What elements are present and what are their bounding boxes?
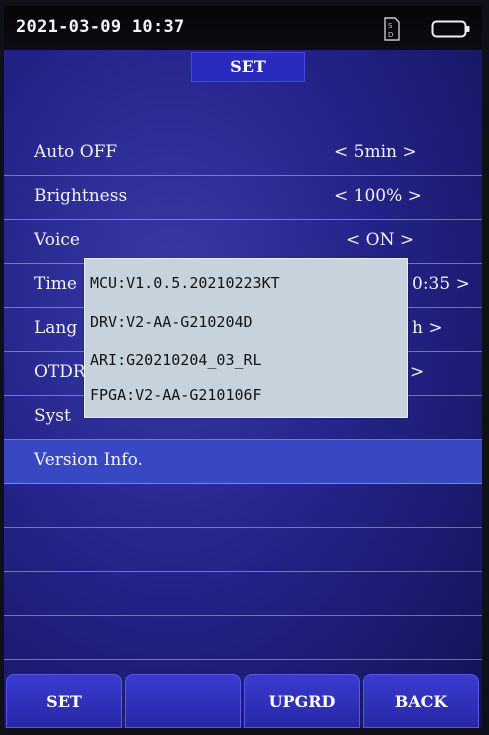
datetime: 2021-03-09 10:37 [16, 17, 185, 37]
menu-row-label: Auto OFF [34, 142, 118, 162]
softkey-bar: SET UPGRD BACK [4, 674, 482, 728]
battery-icon [431, 20, 470, 38]
device-frame: 2021-03-09 10:37 S D SET Auto OFF < 5min… [0, 0, 489, 735]
menu-row-version-info[interactable]: Version Info. [4, 440, 482, 484]
menu-row-label: Syst [34, 406, 71, 426]
menu-row-value[interactable]: < ON > [346, 230, 414, 250]
menu-row-label: Voice [34, 230, 80, 250]
menu-row-value[interactable]: < 5min > [334, 142, 417, 162]
svg-text:D: D [388, 31, 393, 39]
menu-row-label: Lang [34, 318, 78, 338]
back-button[interactable]: BACK [363, 674, 479, 728]
menu-row-value[interactable]: < 100% > [334, 186, 422, 206]
menu-row-empty [4, 616, 482, 660]
sd-card-icon: S D [384, 17, 400, 41]
blank-softkey[interactable] [125, 674, 241, 728]
menu-row-empty [4, 528, 482, 572]
drv-version: DRV:V2-AA-G210204D [90, 313, 253, 331]
svg-text:S: S [388, 22, 393, 30]
menu-row-label: Version Info. [34, 450, 143, 470]
menu-row-auto-off[interactable]: Auto OFF < 5min > [4, 132, 482, 176]
menu-row-value[interactable]: h > [412, 318, 443, 338]
screen: 2021-03-09 10:37 S D SET Auto OFF < 5min… [4, 6, 482, 728]
menu-row-brightness[interactable]: Brightness < 100% > [4, 176, 482, 220]
ari-version: ARI:G20210204_03_RL [90, 351, 262, 369]
menu-row-value[interactable]: > [410, 362, 424, 382]
version-info-popup: MCU:V1.0.5.20210223KT DRV:V2-AA-G210204D… [84, 258, 408, 418]
menu-row-label: Brightness [34, 186, 128, 206]
upgrade-button[interactable]: UPGRD [244, 674, 360, 728]
menu-row-label: OTDR [34, 362, 86, 382]
menu-row-value[interactable]: 0:35 > [412, 274, 470, 294]
fpga-version: FPGA:V2-AA-G210106F [90, 386, 262, 404]
menu-row-empty [4, 572, 482, 616]
mcu-version: MCU:V1.0.5.20210223KT [90, 274, 280, 292]
status-bar: 2021-03-09 10:37 S D [4, 6, 482, 50]
menu-row-label: Time [34, 274, 77, 294]
page-title: SET [191, 52, 305, 82]
menu-row-empty [4, 484, 482, 528]
set-button[interactable]: SET [6, 674, 122, 728]
